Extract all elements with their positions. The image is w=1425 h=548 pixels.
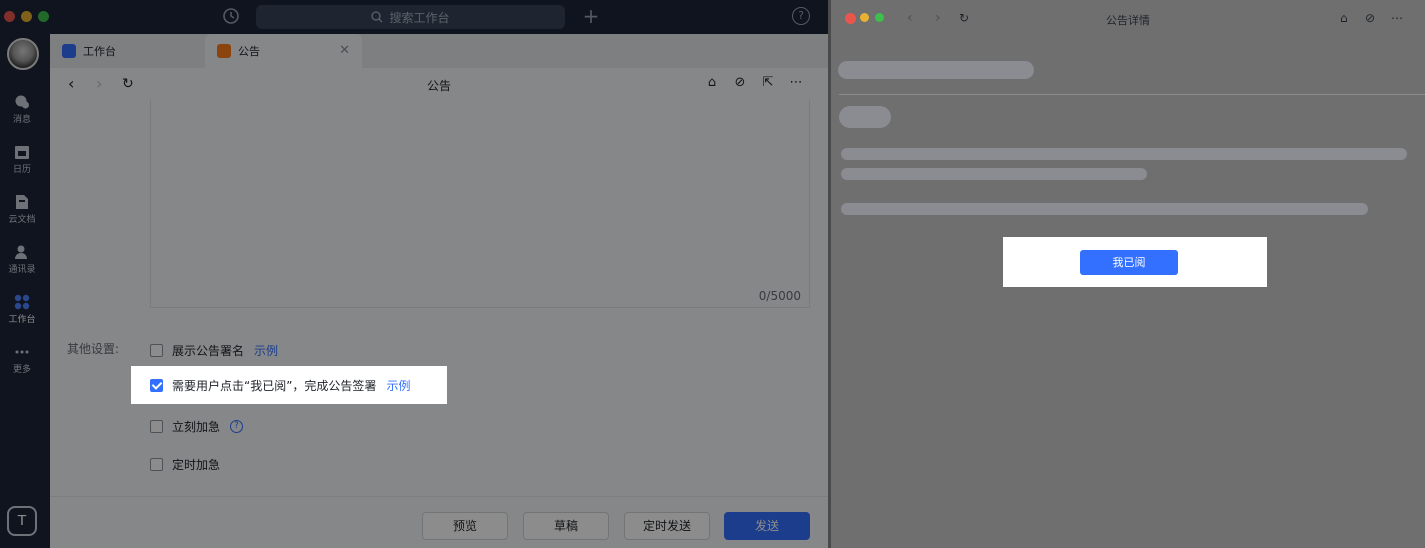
- option-label: 展示公告署名: [172, 344, 245, 358]
- send-button[interactable]: 发送: [724, 512, 810, 540]
- example-link[interactable]: 示例: [386, 377, 410, 394]
- read-confirm-panel: 我已阅: [1003, 237, 1267, 287]
- option-urgent-now[interactable]: 立刻加急 ?: [150, 418, 244, 435]
- chat-icon: [15, 95, 29, 109]
- main-app-window: 搜索工作台 + ? 消息 日历 云文档 通讯录 工作台 更多 T 工作台 公告 …: [0, 0, 828, 548]
- history-icon[interactable]: [222, 7, 240, 25]
- footer-actions: 预览 草稿 定时发送 发送: [50, 496, 828, 548]
- sidebar-item-docs[interactable]: 云文档: [0, 190, 44, 234]
- sidebar-item-more[interactable]: 更多: [0, 340, 44, 384]
- form-content: 0/5000 其他设置: 展示公告署名 示例 立刻加急 ? 定时加急: [50, 100, 828, 496]
- divider: [839, 94, 1425, 95]
- skeleton-line: [841, 203, 1368, 215]
- open-external-icon[interactable]: ⇱: [759, 75, 777, 93]
- search-input[interactable]: 搜索工作台: [256, 5, 565, 29]
- maximize-window-button[interactable]: [38, 11, 49, 22]
- skeleton-title: [838, 61, 1034, 79]
- close-window-button[interactable]: [4, 11, 15, 22]
- tab-label: 工作台: [83, 45, 116, 58]
- document-icon: [16, 195, 28, 209]
- contacts-icon: [15, 245, 27, 259]
- announcement-icon: [217, 44, 231, 58]
- checkbox[interactable]: [150, 458, 163, 471]
- checkbox-checked[interactable]: [150, 378, 163, 392]
- search-placeholder: 搜索工作台: [389, 10, 450, 25]
- sidebar-item-calendar[interactable]: 日历: [0, 140, 44, 184]
- minimize-window-button[interactable]: [21, 11, 32, 22]
- sidebar: 消息 日历 云文档 通讯录 工作台 更多 T: [0, 34, 50, 548]
- option-label: 定时加急: [172, 458, 221, 472]
- robot-icon[interactable]: ⌂: [1340, 11, 1348, 25]
- window-title: 公告详情: [1106, 14, 1150, 27]
- title-bar: 搜索工作台 + ?: [0, 0, 828, 34]
- sidebar-item-workbench[interactable]: 工作台: [0, 290, 44, 334]
- option-show-signature[interactable]: 展示公告署名 示例: [150, 342, 278, 359]
- sidebar-label: 日历: [12, 165, 31, 175]
- tab-workbench[interactable]: 工作台: [50, 34, 205, 68]
- example-link[interactable]: 示例: [254, 342, 278, 359]
- search-icon: [371, 11, 383, 23]
- sidebar-label: 通讯录: [8, 265, 36, 275]
- add-icon[interactable]: +: [582, 6, 600, 26]
- title-bar: ‹ › ↻ 公告详情 ⌂ ⊘ ⋯: [831, 0, 1425, 36]
- more-icon[interactable]: ⋯: [1391, 11, 1403, 25]
- compass-icon[interactable]: ⊘: [731, 75, 749, 93]
- tab-label: 公告: [238, 45, 260, 58]
- option-label: 立刻加急: [172, 420, 221, 434]
- workbench-icon: [14, 294, 30, 310]
- calendar-icon: [15, 146, 29, 159]
- help-icon[interactable]: ?: [230, 420, 244, 433]
- mark-as-read-button[interactable]: 我已阅: [1080, 250, 1178, 275]
- sidebar-item-contacts[interactable]: 通讯录: [0, 240, 44, 284]
- avatar[interactable]: [7, 38, 39, 70]
- close-icon[interactable]: ✕: [339, 43, 350, 58]
- content-textarea[interactable]: 0/5000: [150, 100, 810, 308]
- workbench-icon: [62, 44, 76, 58]
- option-require-read-confirmation[interactable]: 需要用户点击“我已阅”，完成公告签署 示例: [131, 366, 447, 404]
- nav-bar: ‹ › ↻ 公告 ⌂ ⊘ ⇱ ⋯: [50, 68, 828, 102]
- sidebar-item-messages[interactable]: 消息: [0, 90, 44, 134]
- notice-detail-window: ‹ › ↻ 公告详情 ⌂ ⊘ ⋯ 我已阅: [831, 0, 1425, 548]
- skeleton-line: [841, 168, 1147, 180]
- skeleton-author: [839, 106, 891, 128]
- settings-label: 其他设置:: [67, 342, 120, 356]
- help-icon[interactable]: ?: [792, 7, 810, 25]
- more-icon: [15, 350, 29, 354]
- skeleton-line: [841, 148, 1407, 160]
- char-count: 0/5000: [758, 289, 801, 303]
- draft-button[interactable]: 草稿: [523, 512, 609, 540]
- user-initial-button[interactable]: T: [7, 506, 37, 536]
- robot-icon[interactable]: ⌂: [703, 75, 721, 93]
- more-icon[interactable]: ⋯: [787, 75, 805, 93]
- sidebar-label: 消息: [12, 115, 31, 125]
- sidebar-label: 更多: [12, 365, 31, 375]
- schedule-send-button[interactable]: 定时发送: [624, 512, 710, 540]
- option-label: 需要用户点击“我已阅”，完成公告签署: [172, 378, 377, 393]
- checkbox[interactable]: [150, 420, 163, 433]
- tab-bar: 工作台 公告 ✕: [50, 34, 828, 68]
- sidebar-label: 工作台: [8, 315, 36, 325]
- compass-icon[interactable]: ⊘: [1365, 11, 1375, 25]
- preview-button[interactable]: 预览: [422, 512, 508, 540]
- sidebar-label: 云文档: [8, 215, 36, 225]
- tab-notice[interactable]: 公告 ✕: [205, 34, 362, 68]
- checkbox[interactable]: [150, 344, 163, 357]
- option-urgent-scheduled[interactable]: 定时加急: [150, 456, 220, 473]
